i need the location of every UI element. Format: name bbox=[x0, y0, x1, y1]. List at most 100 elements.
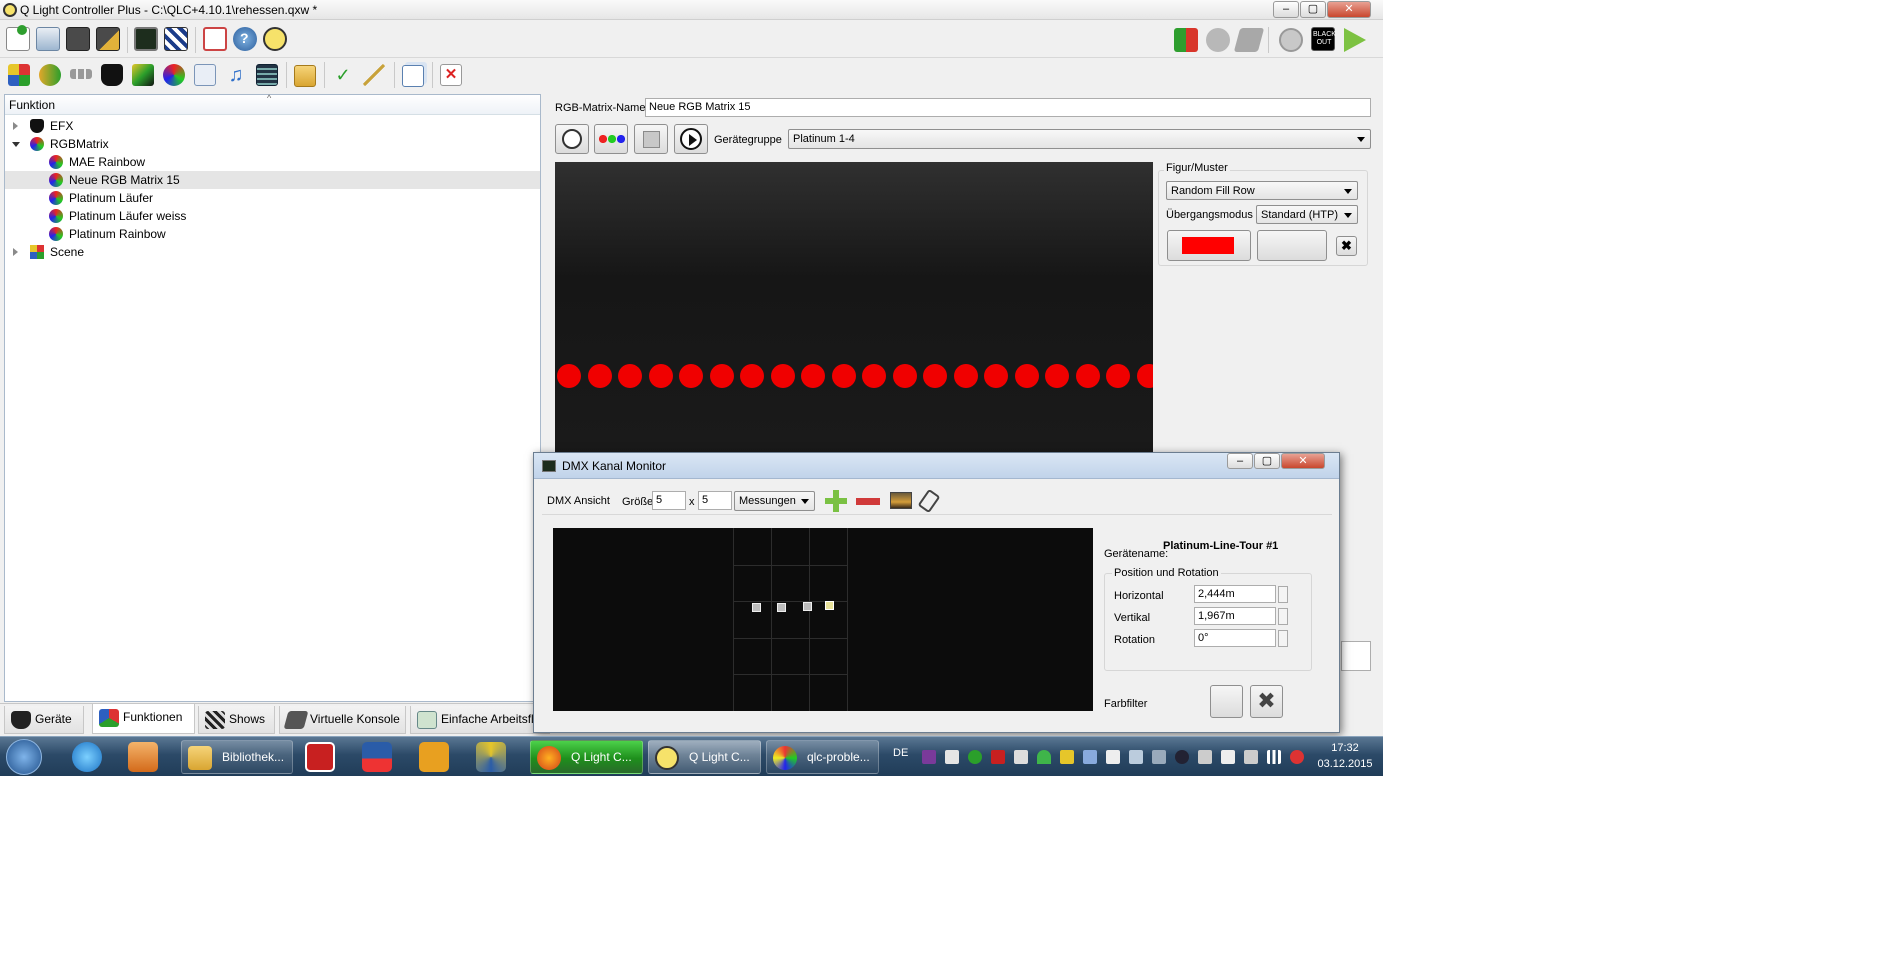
clock-time[interactable]: 17:32 bbox=[1310, 742, 1380, 754]
new-collection-icon[interactable] bbox=[132, 64, 154, 86]
delete-icon[interactable]: ✕ bbox=[440, 64, 462, 86]
close-button[interactable]: ✕ bbox=[1327, 1, 1371, 18]
expand-arrow-icon[interactable] bbox=[13, 122, 18, 130]
function-wizard-icon[interactable]: ✓ bbox=[332, 64, 354, 86]
about-icon[interactable] bbox=[263, 27, 287, 51]
stop-all-icon[interactable] bbox=[1279, 28, 1303, 52]
tree-item-scene[interactable]: Scene bbox=[5, 243, 540, 261]
steam-tray-icon[interactable] bbox=[1175, 750, 1189, 764]
new-rgbmatrix-icon[interactable] bbox=[163, 64, 185, 86]
dmx-close-button[interactable]: ✕ bbox=[1281, 453, 1325, 469]
save-icon[interactable] bbox=[66, 27, 90, 51]
add-fixture-icon[interactable] bbox=[825, 490, 847, 512]
tree-item-platinum-laeufer-weiss[interactable]: Platinum Läufer weiss bbox=[5, 207, 540, 225]
new-scene-icon[interactable] bbox=[8, 64, 30, 86]
spin-arrows-icon[interactable] bbox=[1278, 586, 1288, 603]
horizontal-spinbox[interactable]: 2,444m bbox=[1194, 585, 1276, 603]
reset-end-color-button[interactable]: ✖ bbox=[1336, 236, 1357, 256]
spin-arrows-icon[interactable] bbox=[1278, 608, 1288, 625]
fixture-remap-icon[interactable] bbox=[1174, 28, 1198, 52]
dmx-minimize-button[interactable]: – bbox=[1227, 453, 1253, 469]
maximize-button[interactable]: ▢ bbox=[1300, 1, 1326, 18]
taskbar-item-explorer[interactable]: Bibliothek... bbox=[181, 740, 293, 774]
end-color-button[interactable] bbox=[1257, 230, 1327, 261]
tree-item-platinum-rainbow[interactable]: Platinum Rainbow bbox=[5, 225, 540, 243]
matrix-name-input[interactable]: Neue RGB Matrix 15 bbox=[645, 98, 1371, 117]
devices-tray-icon[interactable] bbox=[1244, 750, 1258, 764]
preview-toggle-button[interactable] bbox=[634, 124, 668, 154]
check-tray-icon[interactable] bbox=[968, 750, 982, 764]
fixture-group-select[interactable]: Platinum 1-4 bbox=[788, 129, 1371, 149]
operate-mode-icon[interactable] bbox=[1344, 28, 1366, 52]
vertical-spinbox[interactable]: 1,967m bbox=[1194, 607, 1276, 625]
tab-virtuelle-konsole[interactable]: Virtuelle Konsole bbox=[279, 706, 406, 734]
acrobat-tray-icon[interactable] bbox=[991, 750, 1005, 764]
tray-app-icon[interactable] bbox=[945, 750, 959, 764]
volume-tray-icon[interactable] bbox=[1290, 750, 1304, 764]
wifi-tray-icon[interactable] bbox=[1037, 750, 1051, 764]
app-tools-icon[interactable] bbox=[476, 742, 506, 772]
dmx-input-icon[interactable] bbox=[1206, 28, 1230, 52]
help-icon[interactable]: ? bbox=[233, 27, 257, 51]
blend-mode-select[interactable]: Standard (HTP) bbox=[1256, 205, 1358, 224]
new-chaser-icon[interactable] bbox=[39, 64, 61, 86]
floppy-app-icon[interactable] bbox=[362, 742, 392, 772]
gel-reset-button[interactable]: ✖ bbox=[1250, 685, 1283, 718]
media-player-icon[interactable] bbox=[128, 742, 158, 772]
tray-app2-icon[interactable] bbox=[1060, 750, 1074, 764]
clone-icon[interactable] bbox=[402, 65, 424, 87]
clock-date[interactable]: 03.12.2015 bbox=[1310, 758, 1380, 770]
new-script-icon[interactable] bbox=[194, 64, 216, 86]
onenote-tray-icon[interactable] bbox=[922, 750, 936, 764]
tab-geraete[interactable]: Geräte bbox=[4, 706, 84, 734]
tree-item-mae-rainbow[interactable]: MAE Rainbow bbox=[5, 153, 540, 171]
start-color-button[interactable] bbox=[1167, 230, 1251, 261]
speed-dial-button[interactable] bbox=[555, 124, 589, 154]
taskbar-item-qlc[interactable]: Q Light C... bbox=[648, 740, 761, 774]
size-height-spinbox[interactable]: 5 bbox=[698, 491, 732, 510]
gel-color-button[interactable] bbox=[1210, 685, 1243, 718]
size-width-spinbox[interactable]: 5 bbox=[652, 491, 686, 510]
new-efx-icon[interactable] bbox=[101, 64, 123, 86]
rotation-spinbox[interactable]: 0° bbox=[1194, 629, 1276, 647]
tree-item-rgbmatrix[interactable]: RGBMatrix bbox=[5, 135, 540, 153]
open-workspace-icon[interactable] bbox=[36, 27, 60, 51]
fullscreen-icon[interactable] bbox=[203, 27, 227, 51]
fixture-item[interactable] bbox=[803, 602, 812, 611]
start-button[interactable] bbox=[6, 739, 42, 775]
blackout-icon[interactable]: BLACK OUT bbox=[1311, 27, 1336, 51]
background-image-icon[interactable] bbox=[890, 492, 912, 509]
measure-mode-select[interactable]: Messungen bbox=[734, 491, 815, 511]
tab-shows[interactable]: Shows bbox=[198, 706, 275, 734]
tree-item-platinum-laeufer[interactable]: Platinum Läufer bbox=[5, 189, 540, 207]
app-grid-icon[interactable] bbox=[305, 742, 335, 772]
outlook-icon[interactable] bbox=[419, 742, 449, 772]
color-wheel-button[interactable] bbox=[594, 124, 628, 154]
dmx-monitor-titlebar[interactable]: DMX Kanal Monitor – ▢ ✕ bbox=[534, 453, 1339, 479]
internet-explorer-icon[interactable] bbox=[72, 742, 102, 772]
display-tray-icon[interactable] bbox=[1129, 750, 1143, 764]
test-play-button[interactable] bbox=[674, 124, 708, 154]
taskbar-item-paint[interactable]: qlc-proble... bbox=[766, 740, 879, 774]
save-as-icon[interactable] bbox=[96, 27, 120, 51]
collapse-arrow-icon[interactable] bbox=[12, 142, 20, 147]
dmx-monitor-dialog[interactable]: DMX Kanal Monitor – ▢ ✕ DMX Ansicht Größ… bbox=[533, 452, 1340, 733]
new-workspace-icon[interactable] bbox=[6, 25, 30, 51]
pattern-select[interactable]: Random Fill Row bbox=[1166, 181, 1358, 200]
tab-funktionen[interactable]: Funktionen bbox=[92, 704, 195, 734]
fixture-item[interactable] bbox=[752, 603, 761, 612]
tree-item-efx[interactable]: EFX bbox=[5, 117, 540, 135]
address-tool-icon[interactable] bbox=[164, 27, 188, 51]
dropbox-tray-icon[interactable] bbox=[1106, 750, 1120, 764]
expand-arrow-icon[interactable] bbox=[13, 248, 18, 256]
minimize-button[interactable]: – bbox=[1273, 1, 1299, 18]
new-audio-icon[interactable]: ♫ bbox=[225, 64, 247, 86]
new-video-icon[interactable] bbox=[256, 64, 278, 86]
function-tree-header[interactable]: Funktion ^ bbox=[5, 93, 540, 115]
dmx-monitor-icon[interactable] bbox=[134, 27, 158, 51]
dmx-maximize-button[interactable]: ▢ bbox=[1254, 453, 1280, 469]
fixture-item[interactable] bbox=[825, 601, 834, 610]
flag-tray-icon[interactable] bbox=[1221, 750, 1235, 764]
new-folder-icon[interactable] bbox=[294, 65, 316, 87]
remove-fixture-icon[interactable] bbox=[856, 498, 880, 505]
